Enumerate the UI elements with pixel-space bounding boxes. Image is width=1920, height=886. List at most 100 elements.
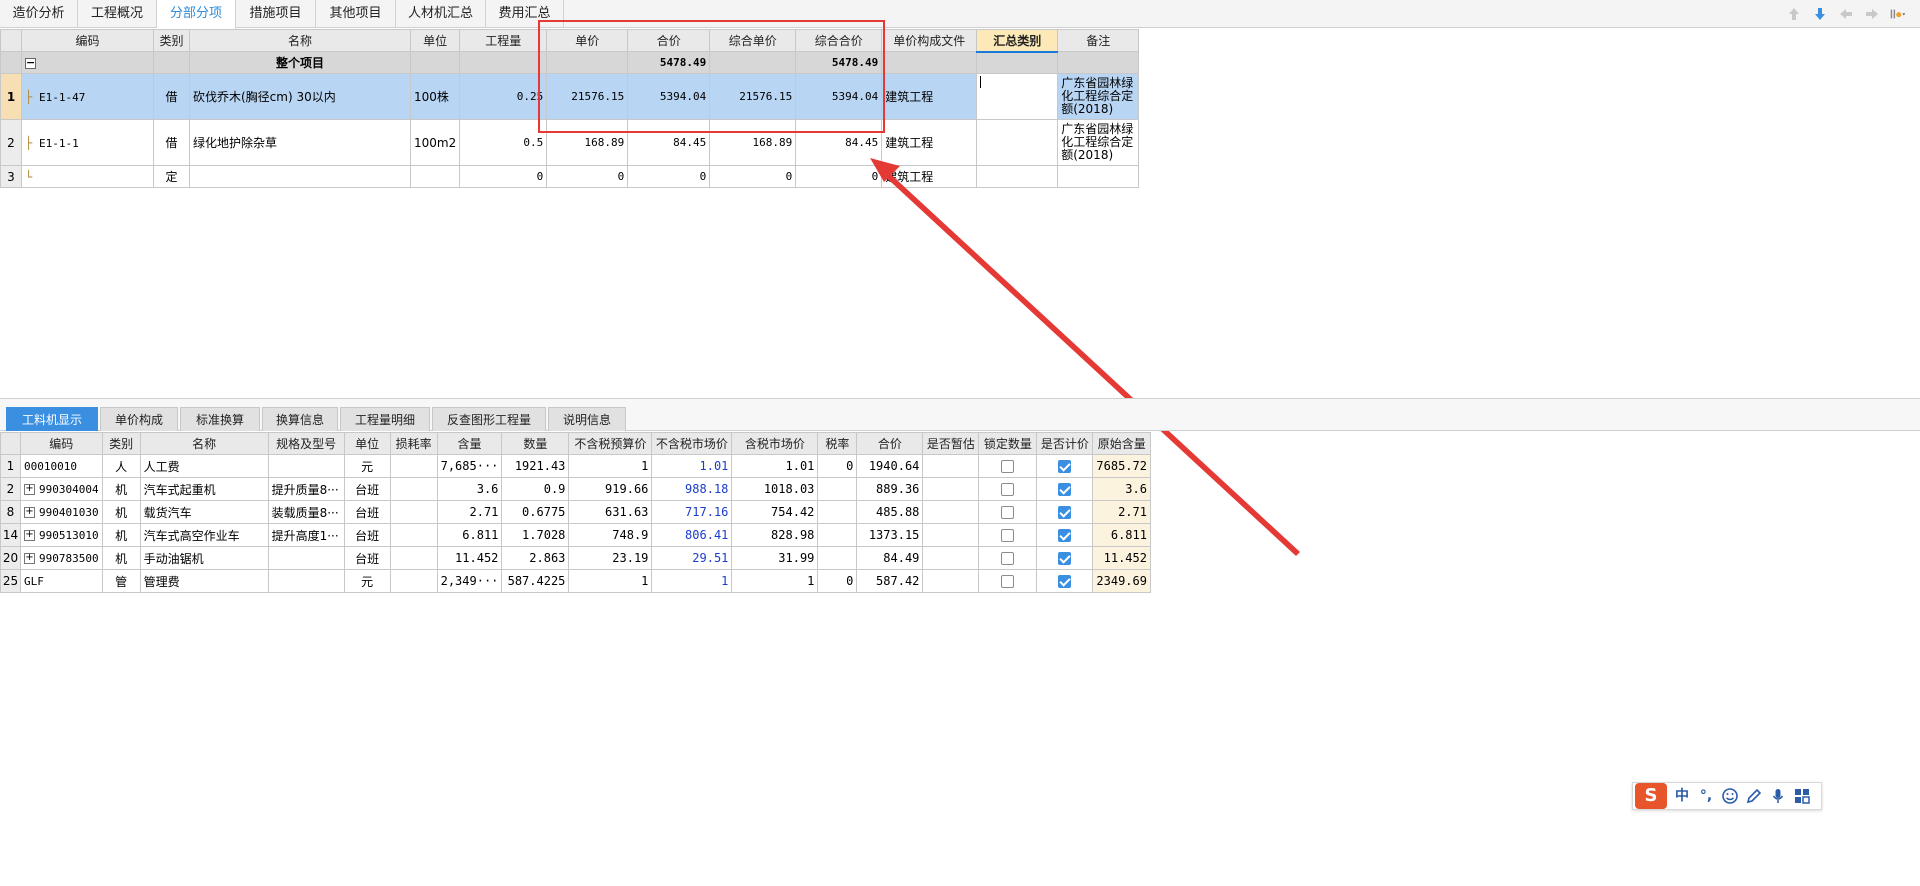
resource-qty[interactable]: 1.7028 xyxy=(501,523,570,547)
item-total-price[interactable]: 0 xyxy=(627,165,711,188)
item-row[interactable]: 3 └ 定 0 0 0 0 0 建筑工程 xyxy=(0,165,1140,188)
resource-loss[interactable] xyxy=(389,546,438,570)
resource-orig[interactable]: 3.6 xyxy=(1092,477,1151,501)
item-total-price[interactable]: 5394.04 xyxy=(627,73,711,120)
resource-grid-col-10[interactable]: 含税市场价 xyxy=(731,432,819,455)
resource-budget[interactable]: 1 xyxy=(568,454,653,478)
resource-tax[interactable] xyxy=(817,500,858,524)
resource-budget[interactable]: 1 xyxy=(568,569,653,593)
item-name[interactable]: 砍伐乔木(胸径cm) 30以内 xyxy=(189,73,411,120)
resource-locked[interactable] xyxy=(978,500,1038,524)
resource-estimate[interactable] xyxy=(922,523,980,547)
resource-rownum[interactable]: 8 xyxy=(0,500,21,524)
item-total-price[interactable]: 84.45 xyxy=(627,119,711,166)
item-type[interactable]: 借 xyxy=(153,73,190,120)
resource-grid-col-8[interactable]: 不含税预算价 xyxy=(568,432,653,455)
resource-grid-col-1[interactable]: 类别 xyxy=(101,432,141,455)
item-code[interactable]: ├ E1-1-1 xyxy=(21,119,154,166)
resource-row[interactable]: 2 +990304004 机汽车式起重机 提升质量8··· 台班 3.6 0.9 919.66… xyxy=(0,477,1151,501)
resource-total[interactable]: 889.36 xyxy=(856,477,924,501)
resource-tax[interactable] xyxy=(817,477,858,501)
resource-grid-col-7[interactable]: 数量 xyxy=(501,432,570,455)
item-grid-col-11[interactable]: 备注 xyxy=(1057,29,1140,52)
resource-grid-col-15[interactable]: 是否计价 xyxy=(1036,432,1094,455)
resource-content[interactable]: 2,349··· xyxy=(436,569,503,593)
resource-name[interactable]: 汽车式高空作业车 xyxy=(139,523,269,547)
resource-qty[interactable]: 1921.43 xyxy=(501,454,570,478)
item-summary-category[interactable] xyxy=(976,119,1059,166)
priced-checkbox[interactable] xyxy=(1058,529,1072,542)
resource-market[interactable]: 717.16 xyxy=(651,500,733,524)
resource-market[interactable]: 1.01 xyxy=(651,454,733,478)
resource-market[interactable]: 1 xyxy=(651,569,733,593)
resource-estimate[interactable] xyxy=(922,500,980,524)
resource-priced[interactable] xyxy=(1036,500,1094,524)
resource-type[interactable]: 机 xyxy=(101,523,141,547)
resource-grid-col-11[interactable]: 税率 xyxy=(817,432,858,455)
resource-orig[interactable]: 11.452 xyxy=(1092,546,1151,570)
item-rownum[interactable]: 2 xyxy=(0,119,22,166)
item-grid-col-8[interactable]: 综合合价 xyxy=(795,29,883,52)
resource-code[interactable]: +990304004 xyxy=(20,477,103,501)
item-summary-category[interactable] xyxy=(976,165,1059,188)
resource-code[interactable]: 00010010 xyxy=(20,454,103,478)
resource-content[interactable]: 3.6 xyxy=(436,477,503,501)
resource-estimate[interactable] xyxy=(922,477,980,501)
resource-estimate[interactable] xyxy=(922,569,980,593)
item-row[interactable]: 1 ├ E1-1-47 借砍伐乔木(胸径cm) 30以内 100株 0.25 21576.1… xyxy=(0,73,1140,120)
emoji-icon[interactable] xyxy=(1721,787,1739,805)
microphone-icon[interactable] xyxy=(1769,787,1787,805)
priced-checkbox[interactable] xyxy=(1058,460,1072,473)
item-grid-col-7[interactable]: 综合单价 xyxy=(709,29,797,52)
resource-tax[interactable] xyxy=(817,523,858,547)
item-grid-col-4[interactable]: 工程量 xyxy=(459,29,548,52)
resource-grid-col-12[interactable]: 合价 xyxy=(856,432,924,455)
item-comp-unit-price[interactable]: 168.89 xyxy=(709,119,797,166)
arrow-down-icon[interactable] xyxy=(1812,6,1828,22)
resource-type[interactable]: 管 xyxy=(101,569,141,593)
settings-menu-icon[interactable] xyxy=(1890,6,1906,22)
priced-checkbox[interactable] xyxy=(1058,552,1072,565)
resource-loss[interactable] xyxy=(389,523,438,547)
item-grid-col-3[interactable]: 单位 xyxy=(409,29,461,52)
resource-qty[interactable]: 0.6775 xyxy=(501,500,570,524)
resource-priced[interactable] xyxy=(1036,569,1094,593)
resource-locked[interactable] xyxy=(978,454,1038,478)
resource-market[interactable]: 988.18 xyxy=(651,477,733,501)
resource-grid-col-16[interactable]: 原始含量 xyxy=(1092,432,1151,455)
resource-code[interactable]: +990401030 xyxy=(20,500,103,524)
resource-rownum[interactable]: 14 xyxy=(0,523,21,547)
resource-orig[interactable]: 6.811 xyxy=(1092,523,1151,547)
resource-priced[interactable] xyxy=(1036,523,1094,547)
resource-market-tax[interactable]: 1018.03 xyxy=(731,477,819,501)
item-composition-file[interactable]: 建筑工程 xyxy=(881,119,978,166)
resource-rownum[interactable]: 1 xyxy=(0,454,21,478)
resource-estimate[interactable] xyxy=(922,454,980,478)
resource-grid-col-2[interactable]: 名称 xyxy=(139,432,269,455)
item-unit[interactable]: 100m2 xyxy=(409,119,461,166)
resource-market-tax[interactable]: 31.99 xyxy=(731,546,819,570)
lock-qty-checkbox[interactable] xyxy=(1001,552,1015,565)
ime-lang-toggle[interactable]: 中 xyxy=(1673,787,1691,805)
resource-budget[interactable]: 748.9 xyxy=(568,523,653,547)
resource-orig[interactable]: 7685.72 xyxy=(1092,454,1151,478)
resource-market[interactable]: 29.51 xyxy=(651,546,733,570)
resource-type[interactable]: 机 xyxy=(101,500,141,524)
resource-grid-col-6[interactable]: 含量 xyxy=(436,432,503,455)
resource-spec[interactable] xyxy=(267,454,345,478)
priced-checkbox[interactable] xyxy=(1058,483,1072,496)
resource-total[interactable]: 1373.15 xyxy=(856,523,924,547)
item-rownum[interactable]: 1 xyxy=(0,73,22,120)
summary-collapse-cell[interactable]: − xyxy=(21,51,154,74)
resource-row[interactable]: 25 GLF 管管理费元 2,349··· 587.4225 1 1 1 0 587.42 2349… xyxy=(0,569,1151,593)
resource-name[interactable]: 管理费 xyxy=(139,569,269,593)
resource-row[interactable]: 20 +990783500 机手动油锯机 台班 11.452 2.863 23.19 29.5… xyxy=(0,546,1151,570)
resource-grid-col-14[interactable]: 锁定数量 xyxy=(978,432,1038,455)
lock-qty-checkbox[interactable] xyxy=(1001,506,1015,519)
resource-orig[interactable]: 2.71 xyxy=(1092,500,1151,524)
item-grid-col-1[interactable]: 类别 xyxy=(153,29,190,52)
resource-priced[interactable] xyxy=(1036,477,1094,501)
item-comp-total[interactable]: 5394.04 xyxy=(795,73,883,120)
resource-name[interactable]: 人工费 xyxy=(139,454,269,478)
resource-unit[interactable]: 台班 xyxy=(343,500,391,524)
